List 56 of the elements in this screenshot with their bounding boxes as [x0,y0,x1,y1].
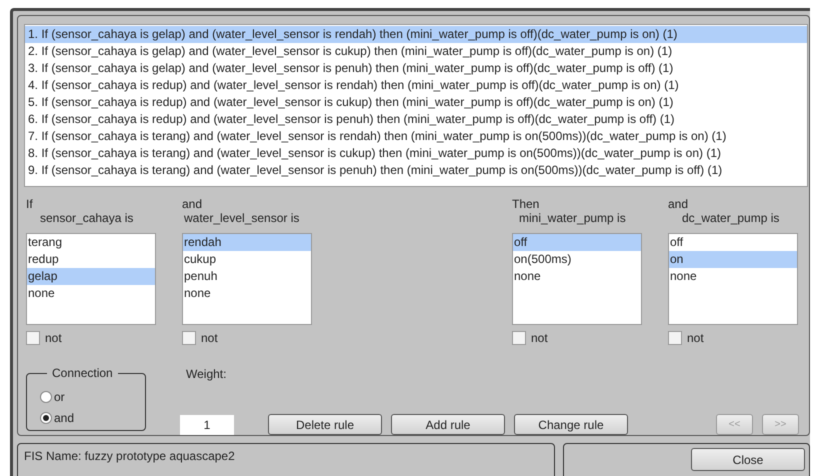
radio-label: and [54,410,74,424]
rule-item[interactable]: 6. If (sensor_cahaya is redup) and (water_level_sensor is penuh) then (mini_water_pump is off)(dc_water_pump is off) (1) [25,111,807,128]
rule-button[interactable]: Add rule [391,414,505,435]
list-item[interactable]: penuh [183,268,311,285]
rule-item[interactable]: 3. If (sensor_cahaya is gelap) and (water_level_sensor is penuh) then (mini_water_pump is off)(dc_water_pump is off) (1) [25,60,807,77]
variable-label: mini_water_pump is [519,211,626,225]
not-checkbox[interactable] [26,331,40,345]
rule-button[interactable]: Delete rule [268,414,382,435]
membership-list[interactable]: off on none [668,233,798,325]
list-item[interactable]: on(500ms) [513,251,641,268]
radio-button[interactable] [40,390,52,402]
rule-item[interactable]: 9. If (sensor_cahaya is terang) and (water_level_sensor is penuh) then (mini_water_pump is on(500ms))(dc_water_pump is off) (1) [25,162,807,179]
rule-item[interactable]: 8. If (sensor_cahaya is terang) and (water_level_sensor is cukup) then (mini_water_pump is on(500ms))(dc_water_pump is on) (1) [25,145,807,162]
connector-label: and [182,197,202,211]
not-label: not [201,331,218,345]
list-item[interactable]: rendah [183,234,311,251]
list-item[interactable]: none [669,268,797,285]
connector-label: If [26,197,33,211]
radio-label: or [54,390,65,404]
rule-item[interactable]: 5. If (sensor_cahaya is redup) and (water_level_sensor is cukup) then (mini_water_pump is off)(dc_water_pump is on) (1) [25,94,807,111]
not-label: not [45,331,62,345]
rule-item[interactable]: 4. If (sensor_cahaya is redup) and (water_level_sensor is rendah) then (mini_water_pump is off)(dc_water_pump is on) (1) [25,77,807,94]
connector-label: and [668,197,688,211]
variable-label: dc_water_pump is [682,211,780,225]
not-checkbox[interactable] [512,331,526,345]
list-item[interactable]: on [669,251,797,268]
list-item[interactable]: none [513,268,641,285]
not-label: not [687,331,704,345]
rule-button[interactable]: Change rule [514,414,628,435]
group-title: Connection [47,366,118,380]
not-checkbox[interactable] [182,331,196,345]
list-item[interactable]: gelap [27,268,155,285]
rule-item[interactable]: 1. If (sensor_cahaya is gelap) and (water_level_sensor is rendah) then (mini_water_pump is off)(dc_water_pump is on) (1) [25,26,807,43]
membership-list[interactable]: terang redup gelap none [26,233,156,325]
list-item[interactable]: cukup [183,251,311,268]
rule-list[interactable] [24,24,808,187]
list-item[interactable]: terang [27,234,155,251]
rule-item[interactable]: 7. If (sensor_cahaya is terang) and (water_level_sensor is rendah) then (mini_water_pump is on(500ms))(dc_water_pump is on) (1) [25,128,807,145]
variable-label: water_level_sensor is [184,211,300,225]
fis-name: FIS Name: fuzzy prototype aquascape2 [24,449,235,463]
weight-label: Weight: [186,367,228,381]
list-item[interactable]: redup [27,251,155,268]
close-button[interactable]: Close [691,448,805,471]
list-item[interactable]: none [183,285,311,302]
membership-list[interactable]: rendah cukup penuh none [182,233,312,325]
variable-label: sensor_cahaya is [40,211,134,225]
membership-list[interactable]: off on(500ms) none [512,233,642,325]
list-item[interactable]: off [513,234,641,251]
connector-label: Then [512,197,540,211]
list-item[interactable]: none [27,285,155,302]
list-item[interactable]: off [669,234,797,251]
rule-item[interactable]: 2. If (sensor_cahaya is gelap) and (water_level_sensor is cukup) then (mini_water_pump is off)(dc_water_pump is on) (1) [25,43,807,60]
not-label: not [531,331,548,345]
not-checkbox[interactable] [668,331,682,345]
radio-button[interactable] [40,412,52,424]
weight-field[interactable]: 1 [180,415,234,435]
